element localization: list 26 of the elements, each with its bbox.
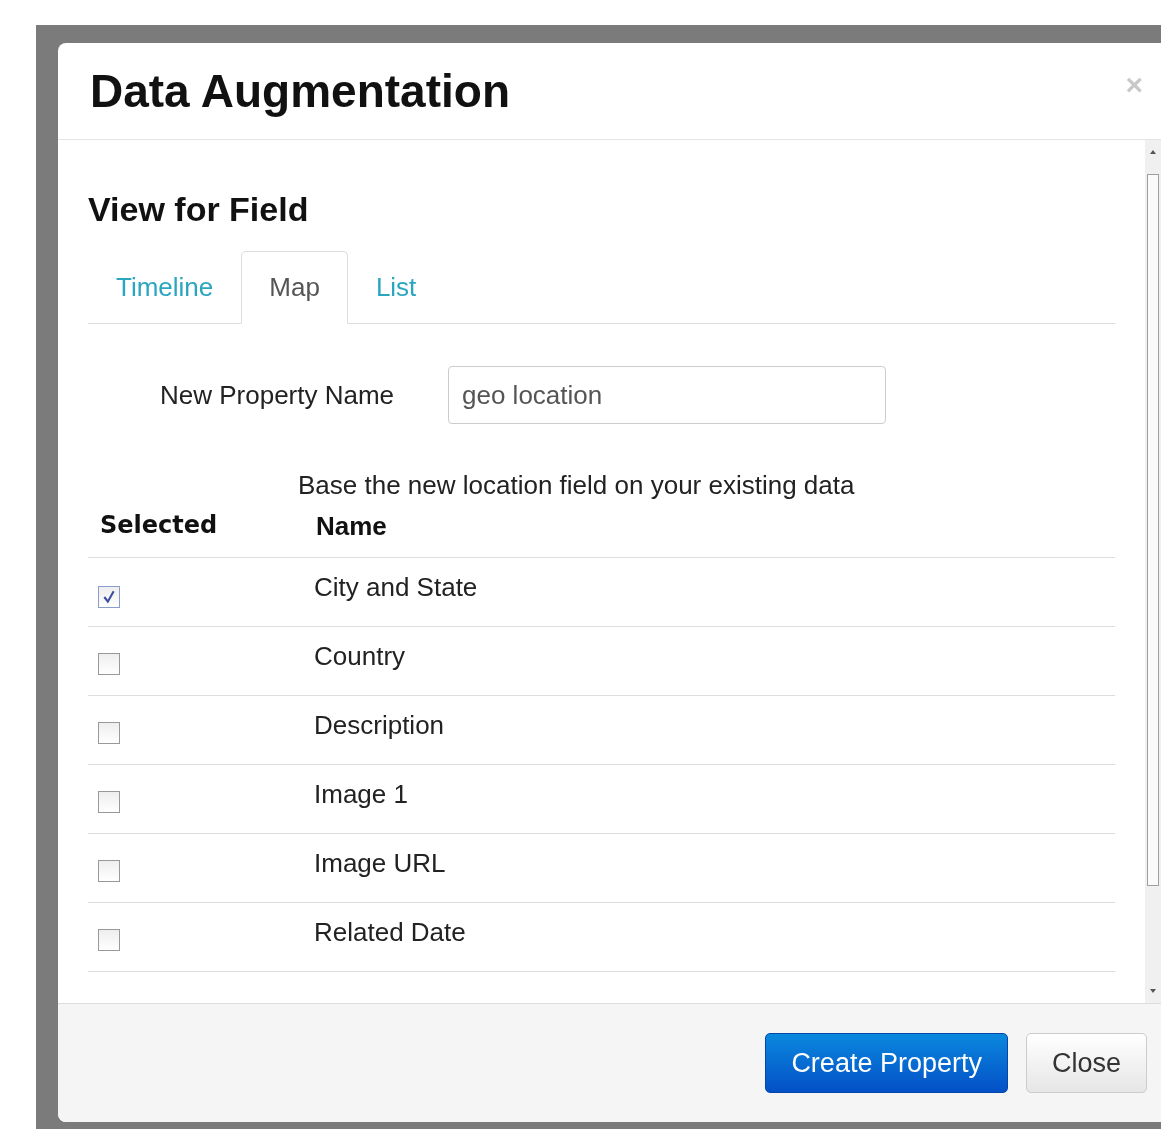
- create-button[interactable]: Create Property: [765, 1033, 1008, 1093]
- table-cell: Image 1: [314, 778, 408, 809]
- table-cell: Country: [314, 640, 406, 671]
- dialog-title: Data Augmentation: [90, 64, 510, 118]
- table-cell: Description: [314, 709, 445, 740]
- section-title: View for Field: [88, 190, 310, 229]
- tab[interactable]: List: [347, 251, 445, 324]
- checkbox[interactable]: [98, 586, 120, 608]
- field-label: New Property Name: [159, 379, 396, 411]
- column-header: Name: [316, 511, 387, 541]
- column-header: Selected: [100, 511, 218, 539]
- checkbox[interactable]: [98, 860, 120, 882]
- scrollbar[interactable]: [1145, 140, 1161, 1003]
- table-cell: Related Date: [314, 916, 466, 947]
- close-button[interactable]: Close: [1025, 1033, 1147, 1093]
- tab[interactable]: Map: [241, 251, 348, 324]
- checkbox[interactable]: [98, 929, 120, 951]
- table-cell: City and State: [314, 571, 478, 602]
- tab[interactable]: Timeline: [88, 251, 242, 324]
- checkbox[interactable]: [98, 722, 120, 744]
- checkbox[interactable]: [98, 653, 120, 675]
- checkbox[interactable]: [98, 791, 120, 813]
- input-field[interactable]: geo location: [448, 366, 886, 424]
- check-icon: [102, 590, 116, 604]
- table-cell: Image URL: [314, 847, 446, 878]
- description-text: Base the new location field on your existing data: [298, 470, 856, 501]
